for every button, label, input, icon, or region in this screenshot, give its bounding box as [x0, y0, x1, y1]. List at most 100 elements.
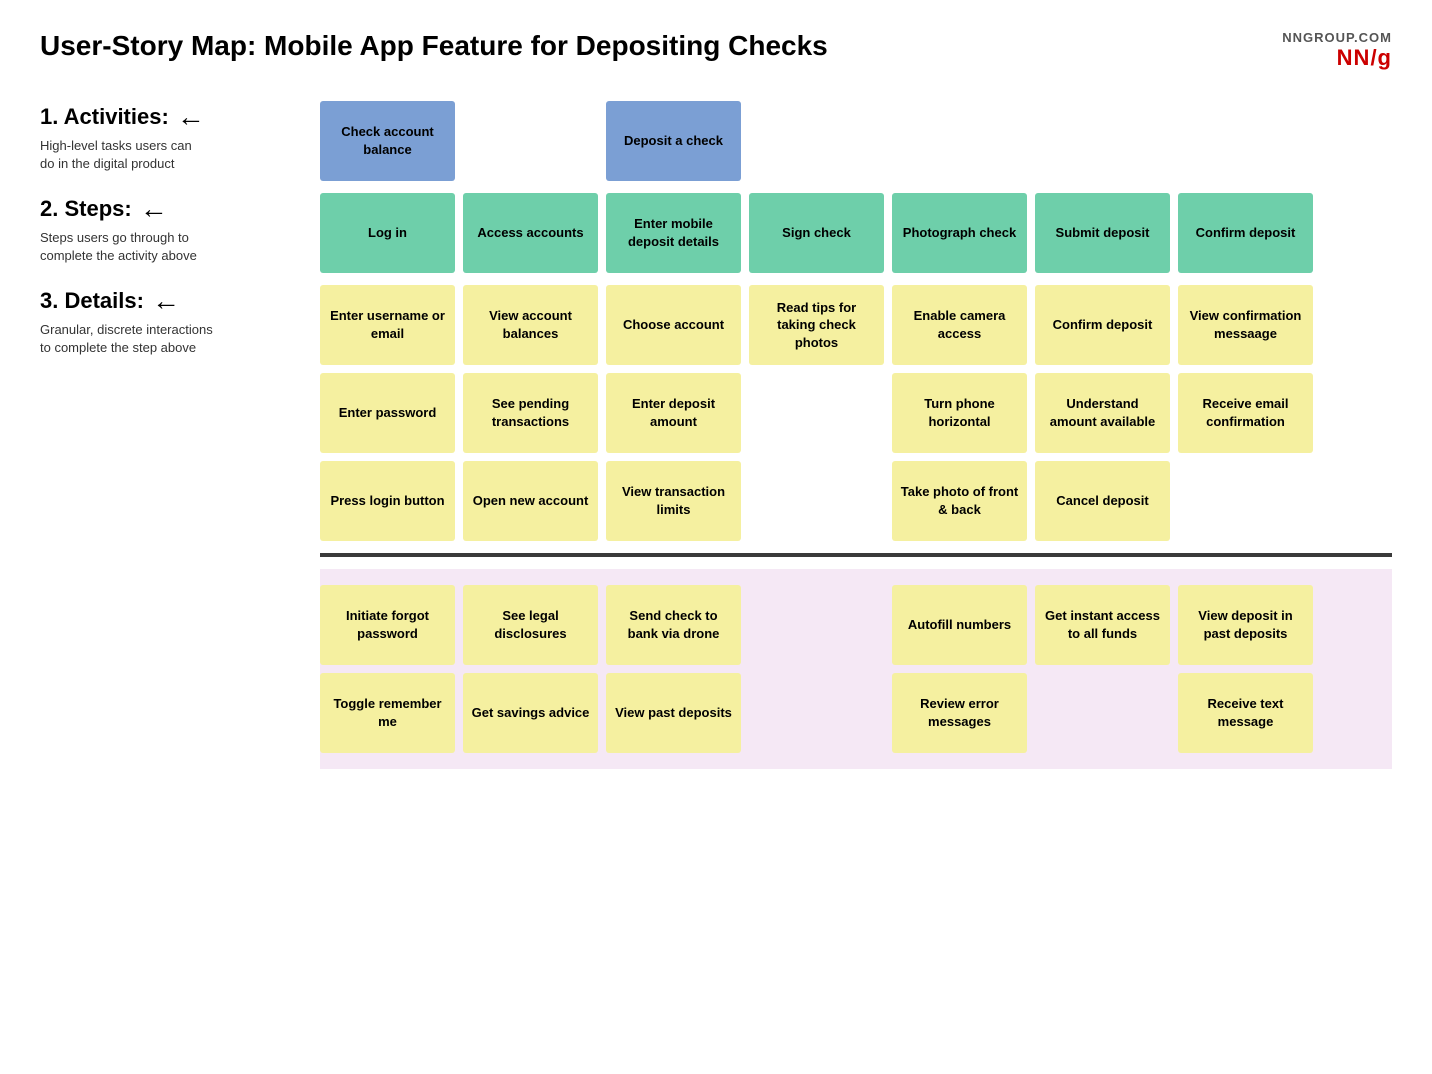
step-card-5: Photograph check: [892, 193, 1027, 273]
future-col-4: [749, 585, 884, 753]
step-col-2: Access accounts: [463, 193, 598, 273]
details-cards: Enter username or email Enter password P…: [320, 285, 1392, 541]
step-col-3: Enter mobile deposit details: [606, 193, 741, 273]
detail-card-3-0: Choose account: [606, 285, 741, 365]
steps-label: 2. Steps: ← Steps users go through to co…: [40, 193, 320, 265]
details-desc: Granular, discrete interactions to compl…: [40, 321, 310, 357]
activity-card-5-empty: [892, 101, 1027, 181]
future-col-5: Autofill numbers Review error messages: [892, 585, 1027, 753]
activity-card-2-empty: [463, 101, 598, 181]
detail-col-5: Enable camera access Turn phone horizont…: [892, 285, 1027, 541]
activities-title: 1. Activities:: [40, 104, 169, 130]
future-col-1: Initiate forgot password Toggle remember…: [320, 585, 455, 753]
activity-col-3: Deposit a check: [606, 101, 741, 181]
details-label: 3. Details: ← Granular, discrete interac…: [40, 285, 320, 357]
detail-card-5-1: Turn phone horizontal: [892, 373, 1027, 453]
detail-card-2-1: See pending transactions: [463, 373, 598, 453]
step-col-6: Submit deposit: [1035, 193, 1170, 273]
step-col-5: Photograph check: [892, 193, 1027, 273]
detail-card-6-1: Understand amount available: [1035, 373, 1170, 453]
detail-card-7-1: Receive email confirmation: [1178, 373, 1313, 453]
step-card-4: Sign check: [749, 193, 884, 273]
future-card-3-0: Send check to bank via drone: [606, 585, 741, 665]
activities-label: 1. Activities: ← High-level tasks users …: [40, 101, 320, 173]
detail-col-3: Choose account Enter deposit amount View…: [606, 285, 741, 541]
activity-col-5: [892, 101, 1027, 181]
step-col-4: Sign check: [749, 193, 884, 273]
detail-card-5-0: Enable camera access: [892, 285, 1027, 365]
step-col-1: Log in: [320, 193, 455, 273]
brand-site: NNGROUP.COM: [1282, 30, 1392, 45]
details-title: 3. Details:: [40, 288, 144, 314]
future-card-1-0: Initiate forgot password: [320, 585, 455, 665]
future-card-2-0: See legal disclosures: [463, 585, 598, 665]
activity-card-6-empty: [1035, 101, 1170, 181]
page-header: User-Story Map: Mobile App Feature for D…: [40, 30, 1392, 71]
detail-col-6: Confirm deposit Understand amount availa…: [1035, 285, 1170, 541]
detail-card-5-2: Take photo of front & back: [892, 461, 1027, 541]
activity-col-7: [1178, 101, 1313, 181]
future-card-3-1: View past deposits: [606, 673, 741, 753]
future-col-2: See legal disclosures Get savings advice: [463, 585, 598, 753]
details-row: 3. Details: ← Granular, discrete interac…: [40, 285, 1392, 541]
steps-arrow: ←: [140, 193, 168, 225]
detail-card-2-2: Open new account: [463, 461, 598, 541]
activities-arrow: ←: [177, 101, 205, 133]
future-card-2-1: Get savings advice: [463, 673, 598, 753]
activity-col-2: [463, 101, 598, 181]
steps-title: 2. Steps:: [40, 196, 132, 222]
detail-card-1-0: Enter username or email: [320, 285, 455, 365]
activity-col-1: Check account balance: [320, 101, 455, 181]
activity-card-1: Check account balance: [320, 101, 455, 181]
steps-row: 2. Steps: ← Steps users go through to co…: [40, 193, 1392, 273]
steps-cards: Log in Access accounts Enter mobile depo…: [320, 193, 1392, 273]
future-card-7-0: View deposit in past deposits: [1178, 585, 1313, 665]
step-col-7: Confirm deposit: [1178, 193, 1313, 273]
detail-card-3-2: View transaction limits: [606, 461, 741, 541]
detail-card-4-2-empty: [749, 461, 884, 541]
future-card-4-0-empty: [749, 585, 884, 665]
future-card-7-1: Receive text message: [1178, 673, 1313, 753]
step-card-6: Submit deposit: [1035, 193, 1170, 273]
detail-card-6-0: Confirm deposit: [1035, 285, 1170, 365]
activity-card-4-empty: [749, 101, 884, 181]
future-card-1-1: Toggle remember me: [320, 673, 455, 753]
detail-card-4-1-empty: [749, 373, 884, 453]
detail-card-4-0: Read tips for taking check photos: [749, 285, 884, 365]
detail-card-7-2-empty: [1178, 461, 1313, 541]
detail-card-1-2: Press login button: [320, 461, 455, 541]
activities-desc: High-level tasks users can do in the dig…: [40, 137, 310, 173]
activity-card-3: Deposit a check: [606, 101, 741, 181]
step-card-2: Access accounts: [463, 193, 598, 273]
details-arrow: ←: [152, 285, 180, 317]
story-map: 1. Activities: ← High-level tasks users …: [40, 101, 1392, 769]
brand-area: NNGROUP.COM NN/g: [1282, 30, 1392, 71]
future-card-6-0: Get instant access to all funds: [1035, 585, 1170, 665]
future-cards-area: Initiate forgot password Toggle remember…: [320, 569, 1392, 769]
detail-card-7-0: View confirmation messaage: [1178, 285, 1313, 365]
step-card-3: Enter mobile deposit details: [606, 193, 741, 273]
future-section: Initiate forgot password Toggle remember…: [40, 569, 1392, 769]
detail-col-1: Enter username or email Enter password P…: [320, 285, 455, 541]
detail-col-4: Read tips for taking check photos: [749, 285, 884, 541]
detail-card-3-1: Enter deposit amount: [606, 373, 741, 453]
future-card-5-0: Autofill numbers: [892, 585, 1027, 665]
activity-col-4: [749, 101, 884, 181]
activity-col-6: [1035, 101, 1170, 181]
future-col-7: View deposit in past deposits Receive te…: [1178, 585, 1313, 753]
detail-card-2-0: View account balances: [463, 285, 598, 365]
page-title: User-Story Map: Mobile App Feature for D…: [40, 30, 828, 62]
detail-card-1-1: Enter password: [320, 373, 455, 453]
section-divider: [320, 553, 1392, 557]
future-card-4-1-empty: [749, 673, 884, 753]
activities-row: 1. Activities: ← High-level tasks users …: [40, 101, 1392, 181]
detail-card-6-2: Cancel deposit: [1035, 461, 1170, 541]
detail-col-7: View confirmation messaage Receive email…: [1178, 285, 1313, 541]
future-col-6: Get instant access to all funds: [1035, 585, 1170, 753]
future-card-5-1: Review error messages: [892, 673, 1027, 753]
brand-logo: NN/g: [1337, 45, 1392, 71]
activity-card-7-empty: [1178, 101, 1313, 181]
future-col-3: Send check to bank via drone View past d…: [606, 585, 741, 753]
activities-cards: Check account balance Deposit a check: [320, 101, 1392, 181]
detail-col-2: View account balances See pending transa…: [463, 285, 598, 541]
